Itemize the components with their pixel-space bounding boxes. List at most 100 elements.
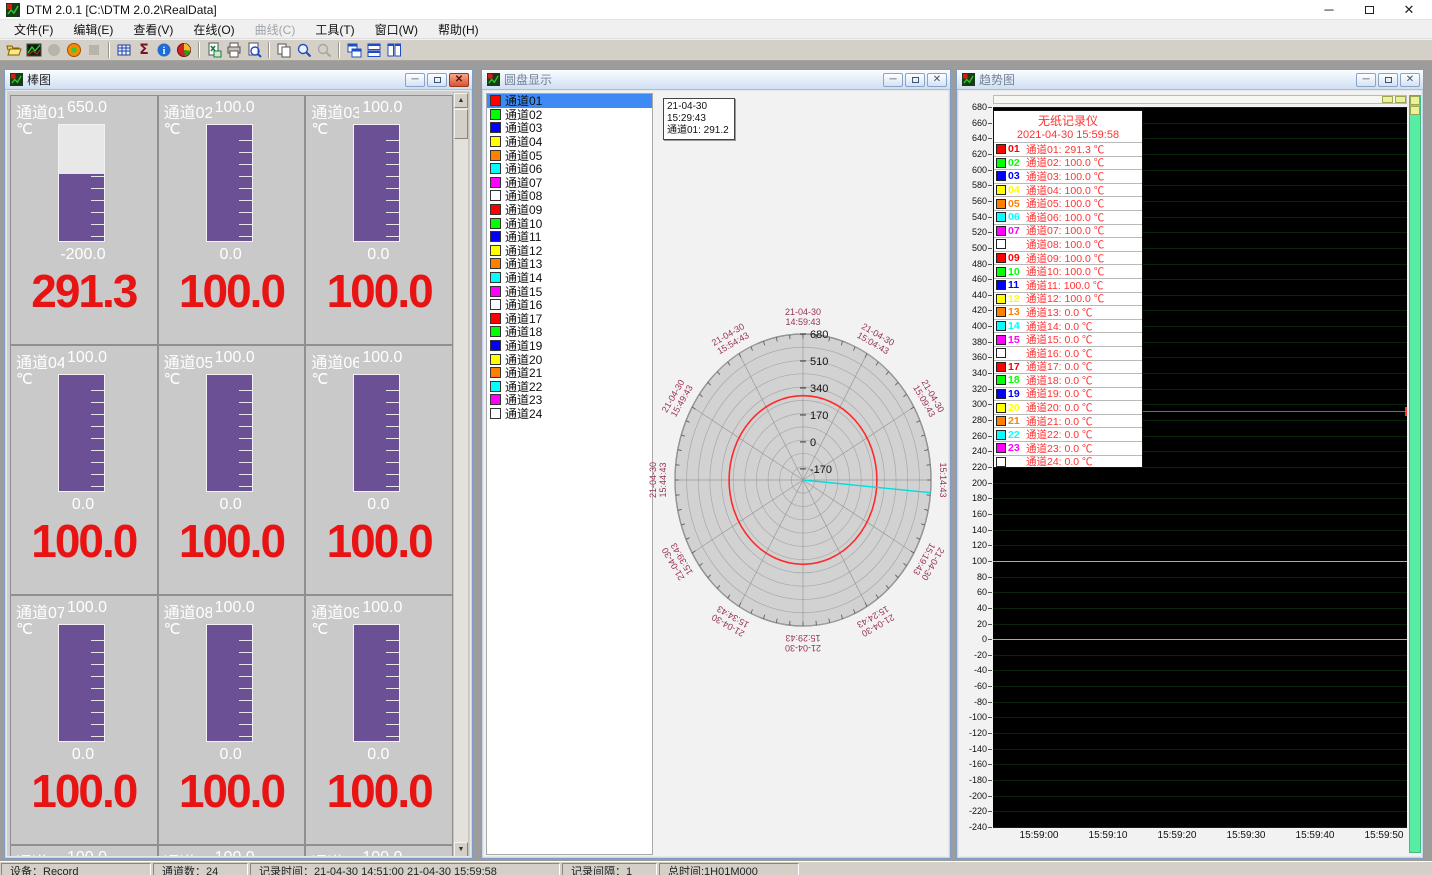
menu-item[interactable]: 文件(F) [4,19,63,40]
disc-window-maximize-button[interactable] [905,73,925,87]
menu-item[interactable]: 工具(T) [305,19,364,40]
gridline [993,592,1407,593]
bar-window-close-button[interactable]: ✕ [449,73,469,87]
gauge-unit: ℃ [311,370,328,388]
channel-color-swatch [490,204,501,215]
trend-hscroll[interactable] [993,95,1407,104]
disc-window-close-button[interactable]: ✕ [927,73,947,87]
toolbar-separator [198,42,200,58]
gauge-reading: 100.0 [306,764,452,818]
menu-item[interactable]: 查看(V) [123,19,183,40]
legend-channel-number: 06 [1006,211,1026,223]
trend-window-close-button[interactable]: ✕ [1400,73,1420,87]
gauge-max-value: 100.0 [67,349,107,367]
y-axis-tick [988,404,992,405]
scrollbar-thumb[interactable] [454,109,468,139]
gauge-unit: ℃ [164,620,181,638]
legend-color-swatch [996,457,1006,467]
disc-window-titlebar[interactable]: 圆盘显示 ─ ✕ [482,70,950,90]
gridline [993,796,1407,797]
gridline [993,702,1407,703]
disc-window-minimize-button[interactable]: ─ [883,73,903,87]
legend-channel-number: 10 [1006,266,1026,278]
y-axis-label: 640 [959,133,987,143]
bar-window-scrollbar[interactable]: ▲ ▼ [453,92,469,856]
window-title: DTM 2.0.1 [C:\DTM 2.0.2\RealData] [26,3,1322,17]
bar-window-titlebar[interactable]: 棒图 ─ ✕ [5,70,472,90]
legend-title: 无纸记录仪 [994,111,1142,129]
close-button[interactable]: ✕ [1402,2,1416,18]
legend-channel-number: 08 [1006,238,1026,250]
table-view-icon[interactable] [114,41,134,59]
y-axis-tick [988,655,992,656]
realtime-chart-icon[interactable] [24,41,44,59]
y-axis-tick [988,107,992,108]
menu-item[interactable]: 曲线(C) [245,19,306,40]
record-icon[interactable] [64,41,84,59]
gauge-min-value: 0.0 [181,746,281,764]
y-axis-tick [988,123,992,124]
sum-icon[interactable]: Σ [134,41,154,59]
print-icon[interactable] [224,41,244,59]
app-titlebar: DTM 2.0.1 [C:\DTM 2.0.2\RealData] ─ ✕ [0,0,1432,20]
y-axis-tick [988,217,992,218]
status-cell: 通道数：24 [153,863,248,875]
legend-row: 11通道11: 100.0 ℃ [994,278,1142,292]
gridline [993,749,1407,750]
vscroll-button[interactable] [1410,96,1420,105]
svg-text:170: 170 [810,410,828,422]
open-icon[interactable] [4,41,24,59]
gauge-panel: 通道07100.0℃0.0100.0 [11,596,157,844]
menu-item[interactable]: 帮助(H) [428,19,489,40]
y-axis-label: 620 [959,149,987,159]
y-axis-label: 480 [959,259,987,269]
legend-row: 03通道03: 100.0 ℃ [994,169,1142,183]
trend-window-titlebar[interactable]: 趋势图 ─ ✕ [957,70,1423,90]
trend-window-minimize-button[interactable]: ─ [1356,73,1376,87]
minimize-button[interactable]: ─ [1322,2,1336,18]
legend-channel-number: 19 [1006,388,1026,400]
record-disabled-icon [44,41,64,59]
zoom-icon[interactable] [294,41,314,59]
gauge-ticks [386,129,399,237]
hscroll-button[interactable] [1382,96,1393,103]
gauge-ticks [91,629,104,737]
legend-row: 13通道13: 0.0 ℃ [994,305,1142,319]
gridline [993,107,1407,108]
tile-horizontal-icon[interactable] [364,41,384,59]
legend-color-swatch [996,403,1006,413]
maximize-button[interactable] [1362,2,1376,18]
channel-color-swatch [490,381,501,392]
trend-window-maximize-button[interactable] [1378,73,1398,87]
tile-vertical-icon[interactable] [384,41,404,59]
legend-channel-number: 11 [1006,279,1026,291]
cascade-windows-icon[interactable] [344,41,364,59]
pie-chart-icon[interactable] [174,41,194,59]
trend-vscroll[interactable] [1409,95,1421,853]
export-icon[interactable] [204,41,224,59]
trend-window-icon [962,73,975,86]
channel-color-swatch [490,231,501,242]
y-axis-tick [988,545,992,546]
channel-list-item[interactable]: 通道24 [487,407,652,421]
gauge-reading: 100.0 [159,764,305,818]
gauge-panel: 通道10100.0℃0.0100.0 [11,846,157,856]
legend-row: 15通道15: 0.0 ℃ [994,332,1142,346]
y-axis-label: -140 [959,744,987,754]
bar-window-minimize-button[interactable]: ─ [405,73,425,87]
vscroll-button[interactable] [1410,106,1420,115]
info-icon[interactable]: i [154,41,174,59]
y-axis-tick [988,608,992,609]
menu-item[interactable]: 编辑(E) [63,19,123,40]
menu-item[interactable]: 窗口(W) [365,19,428,40]
legend-channel-number: 24 [1006,456,1026,468]
gridline [993,577,1407,578]
hscroll-button[interactable] [1395,96,1406,103]
print-preview-icon[interactable] [244,41,264,59]
menu-item[interactable]: 在线(O) [183,19,244,40]
scroll-up-icon[interactable]: ▲ [454,93,468,108]
copy-icon[interactable] [274,41,294,59]
scroll-down-icon[interactable]: ▼ [454,842,468,856]
gridline [993,483,1407,484]
bar-window-maximize-button[interactable] [427,73,447,87]
